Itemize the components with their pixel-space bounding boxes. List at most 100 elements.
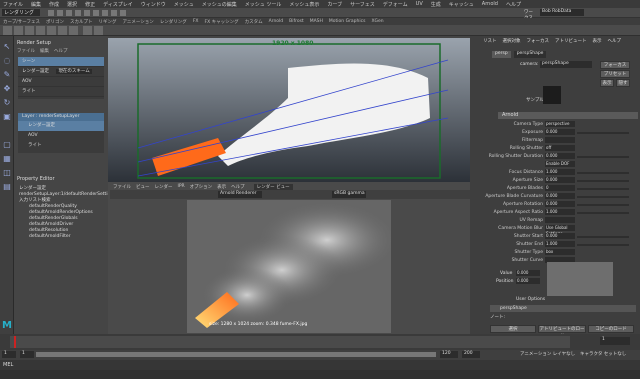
attribute-value[interactable]: 0.000: [545, 153, 575, 159]
attribute-value[interactable]: 1.000: [545, 209, 575, 215]
attribute-value[interactable]: 0.000: [545, 129, 575, 135]
shelf-tab[interactable]: アニメーション: [122, 19, 153, 25]
menu-item[interactable]: UV: [416, 1, 423, 7]
menu-item[interactable]: 編集: [31, 1, 41, 8]
node-tab-perspshape[interactable]: perspShape: [513, 51, 547, 58]
rs-menu-file[interactable]: ファイル: [17, 48, 35, 55]
ae-menu-item[interactable]: 選択対象: [503, 38, 521, 44]
menu-item[interactable]: メッシュ表示: [289, 1, 319, 8]
shelf-tab[interactable]: MASH: [310, 19, 323, 24]
attribute-value[interactable]: 0.000: [545, 233, 575, 239]
attribute-value[interactable]: 0.000: [545, 193, 575, 199]
rv-menu-display[interactable]: 表示: [217, 184, 226, 190]
shelf-tab[interactable]: ポリゴン: [46, 19, 64, 25]
attribute-slider[interactable]: [577, 132, 629, 134]
attribute-slider[interactable]: [577, 196, 629, 198]
current-frame-marker[interactable]: [14, 336, 16, 348]
ipr-shelf-icon[interactable]: [14, 26, 23, 35]
menu-item[interactable]: ディスプレイ: [103, 1, 133, 8]
layer-item-render-settings[interactable]: レンダー設定: [18, 121, 104, 131]
max-end-field[interactable]: 200: [462, 351, 480, 358]
perspective-viewport[interactable]: 1920 x 1080: [108, 38, 470, 182]
ae-menu-item[interactable]: ヘルプ: [608, 38, 622, 44]
rotate-tool-icon[interactable]: ↻: [2, 98, 12, 108]
rs-menu-edit[interactable]: 編集: [40, 48, 49, 55]
render-shelf-icon[interactable]: [3, 26, 12, 35]
attribute-slider[interactable]: [577, 156, 629, 158]
menu-item[interactable]: メッシュ: [174, 1, 194, 8]
current-frame-field[interactable]: 1: [600, 337, 630, 345]
focus-button[interactable]: フォーカス: [600, 61, 630, 69]
hide-button[interactable]: 隠す: [616, 79, 630, 87]
arnold-shelf-icon[interactable]: [83, 26, 92, 35]
attribute-slider[interactable]: [577, 180, 629, 182]
save-icon[interactable]: [57, 10, 63, 16]
ae-menu-item[interactable]: 表示: [593, 38, 602, 44]
layout-side-icon[interactable]: ▤: [2, 182, 12, 192]
menu-item[interactable]: ファイル: [3, 1, 23, 8]
layout-single-icon[interactable]: ▢: [2, 140, 12, 150]
menu-item[interactable]: Arnold: [482, 1, 498, 7]
arnold-section-header[interactable]: Arnold: [498, 112, 638, 119]
menu-item[interactable]: 修正: [85, 1, 95, 8]
time-ruler[interactable]: [10, 336, 570, 348]
attribute-slider[interactable]: [577, 188, 629, 190]
rv-menu-view[interactable]: ビュー: [136, 184, 150, 190]
attribute-value[interactable]: [545, 137, 575, 143]
shelf-tab[interactable]: Bifrost: [289, 19, 304, 24]
snap-curve-icon[interactable]: [93, 10, 99, 16]
camera-shelf-icon[interactable]: [58, 26, 67, 35]
range-end-field[interactable]: 120: [440, 351, 458, 358]
menu-item[interactable]: メッシュの編集: [202, 1, 237, 8]
shelf-tab[interactable]: Motion Graphics: [329, 19, 366, 24]
perspshape-section[interactable]: perspShape: [490, 305, 636, 312]
menu-item[interactable]: カーブ: [327, 1, 342, 8]
attribute-value[interactable]: 0.000: [545, 201, 575, 207]
shelf-tab[interactable]: FX キャッシング: [204, 19, 238, 25]
snap-point-icon[interactable]: [102, 10, 108, 16]
attribute-slider[interactable]: [577, 204, 629, 206]
shelf-tab[interactable]: スカルプト: [70, 19, 93, 25]
load-attributes-button[interactable]: アトリビュートのロード: [538, 325, 586, 339]
shelf-tab[interactable]: リギング: [98, 19, 116, 25]
command-line-mode[interactable]: MEL: [3, 362, 13, 368]
gamma-dropdown[interactable]: sRGB gamma: [332, 191, 366, 198]
camera-field[interactable]: perspShape: [540, 61, 592, 68]
start-frame-field[interactable]: 1: [2, 351, 16, 358]
range-start-field[interactable]: 1: [20, 351, 34, 358]
char-set-dropdown[interactable]: キャラクタ セットなし: [580, 351, 626, 357]
shelf-tab[interactable]: XGen: [371, 19, 383, 24]
select-tool-icon[interactable]: ↖: [2, 42, 12, 52]
pe-item[interactable]: defaultArnoldFilter: [19, 234, 106, 240]
ae-menu-item[interactable]: フォーカス: [527, 38, 550, 44]
node-tab-persp[interactable]: persp: [492, 51, 511, 58]
rv-menu-help[interactable]: ヘルプ: [231, 184, 245, 190]
rs-menu-help[interactable]: ヘルプ: [54, 48, 68, 55]
move-tool-icon[interactable]: ✥: [2, 84, 12, 94]
shelf-tab[interactable]: レンダリング: [160, 19, 187, 25]
show-button[interactable]: 表示: [600, 79, 614, 87]
select-button[interactable]: 選択: [490, 325, 536, 333]
paint-tool-icon[interactable]: ✎: [2, 70, 12, 80]
menu-item[interactable]: サーフェス: [350, 1, 375, 8]
hypershade-shelf-icon[interactable]: [36, 26, 45, 35]
renderer-dropdown[interactable]: Arnold Renderer: [218, 191, 262, 198]
rv-menu-render[interactable]: レンダー: [155, 184, 173, 190]
attribute-slider[interactable]: [577, 212, 629, 214]
scale-tool-icon[interactable]: ▣: [2, 112, 12, 122]
tree-item-aov[interactable]: AOV: [18, 77, 104, 87]
undo-icon[interactable]: [66, 10, 72, 16]
workspace-dropdown[interactable]: Bob RobData: [540, 9, 584, 16]
value-field[interactable]: 0.000: [516, 270, 540, 276]
attribute-slider[interactable]: [577, 244, 629, 246]
menu-item[interactable]: 作成: [49, 1, 59, 8]
ipr-icon[interactable]: [120, 10, 126, 16]
attribute-value[interactable]: 0.000: [545, 177, 575, 183]
attribute-value[interactable]: Use Global Settings: [545, 225, 575, 236]
render-settings-shelf-icon[interactable]: [25, 26, 34, 35]
shelf-tab[interactable]: FX: [193, 19, 199, 24]
snap-grid-icon[interactable]: [84, 10, 90, 16]
rv-menu-file[interactable]: ファイル: [113, 184, 131, 190]
tree-scheme-dropdown[interactable]: 現在のスキーム: [56, 69, 92, 74]
menu-item[interactable]: ヘルプ: [506, 1, 521, 8]
